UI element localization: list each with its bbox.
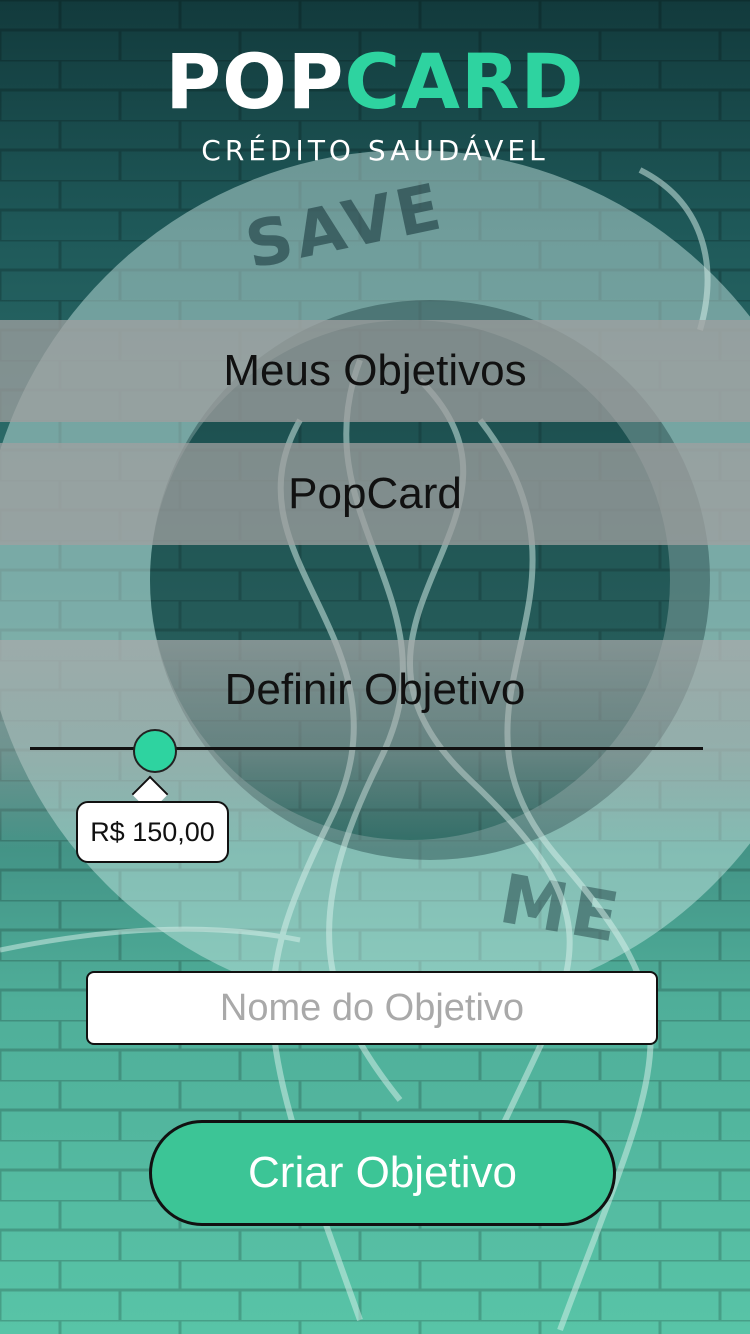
create-goal-button[interactable]: Criar Objetivo [149, 1120, 616, 1226]
amount-slider-track[interactable] [30, 747, 703, 750]
brand-logo: POPCARD CRÉDITO SAUDÁVEL [0, 40, 750, 168]
logo-tagline: CRÉDITO SAUDÁVEL [201, 134, 549, 167]
menu-item-meus-objetivos[interactable]: Meus Objetivos [0, 320, 750, 422]
menu-item-popcard[interactable]: PopCard [0, 443, 750, 545]
goal-name-input[interactable] [86, 971, 658, 1045]
create-goal-button-label: Criar Objetivo [248, 1148, 517, 1197]
logo-pop: POP [165, 37, 345, 126]
amount-tooltip: R$ 150,00 [76, 801, 229, 863]
menu-item-label: Meus Objetivos [223, 346, 527, 395]
amount-slider-thumb[interactable] [133, 729, 177, 773]
menu-item-label: PopCard [288, 469, 462, 518]
amount-value: R$ 150,00 [90, 816, 215, 847]
logo-card: CARD [344, 37, 585, 126]
define-goal-title: Definir Objetivo [224, 665, 526, 714]
logo-wordmark: POPCARD [0, 40, 750, 124]
